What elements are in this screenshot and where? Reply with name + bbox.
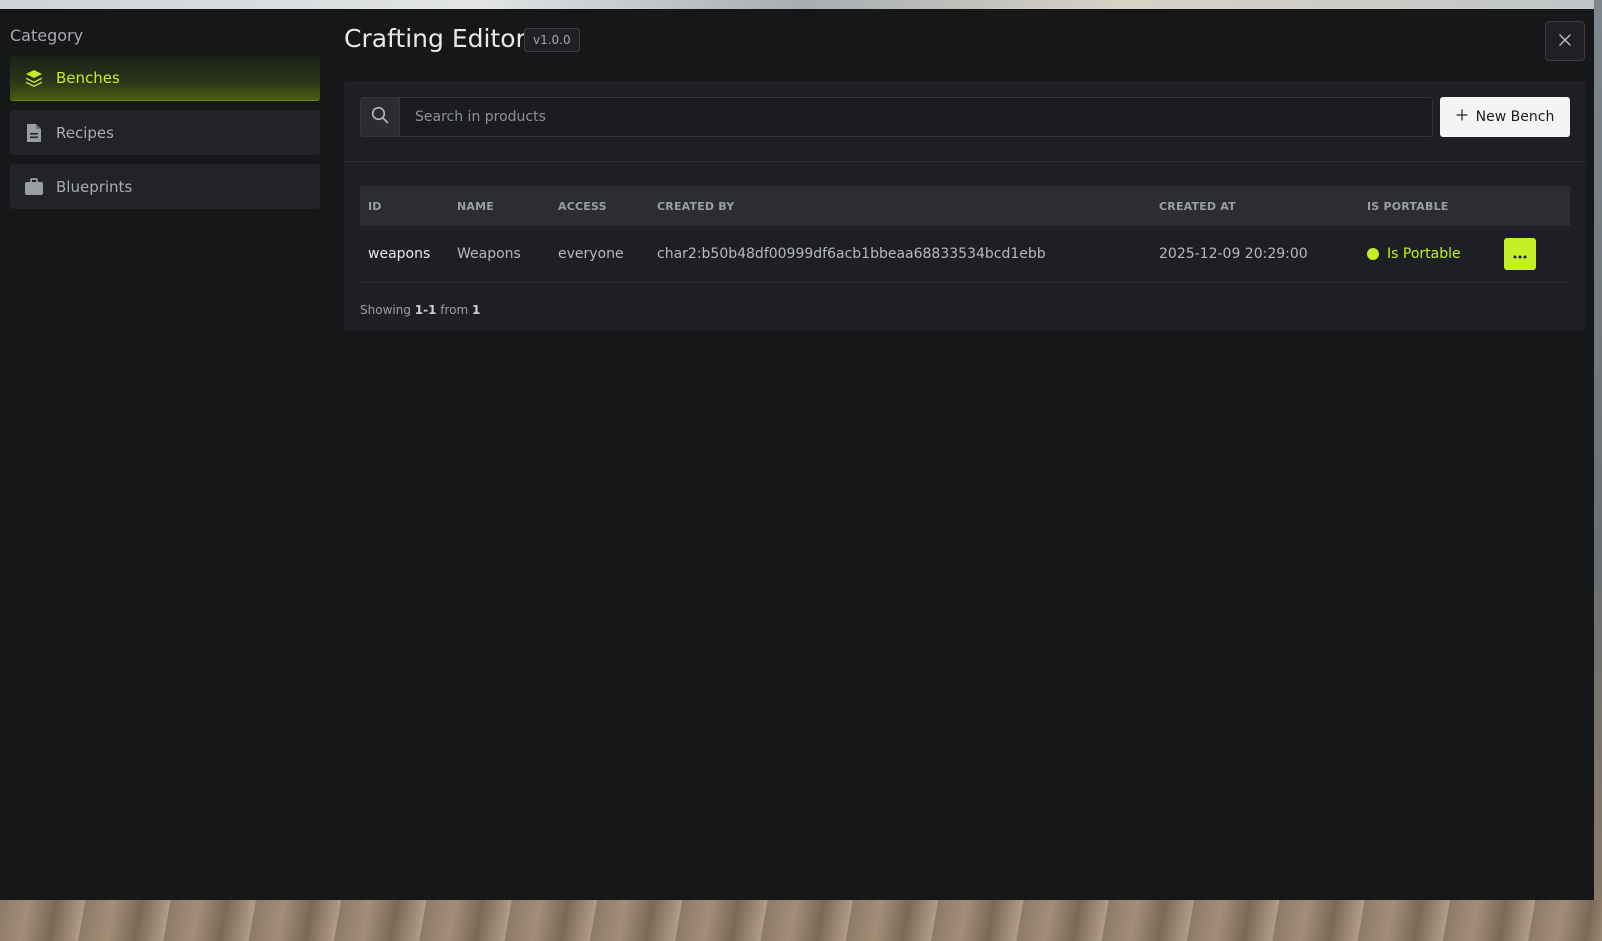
pagination-range: 1-1 — [414, 303, 437, 317]
more-horizontal-icon — [1513, 247, 1527, 262]
cell-name: Weapons — [457, 246, 521, 262]
pagination-summary: Showing 1-1 from 1 — [360, 303, 480, 317]
benches-table: ID NAME ACCESS CREATED BY CREATED AT IS … — [360, 186, 1570, 283]
cell-created-at: 2025-12-09 20:29:00 — [1159, 246, 1308, 262]
status-dot-icon — [1367, 248, 1379, 260]
background-scene-bottom — [0, 900, 1602, 941]
new-bench-button[interactable]: New Bench — [1440, 97, 1570, 137]
column-header-access[interactable]: ACCESS — [558, 200, 657, 213]
background-scene-right — [1594, 0, 1602, 941]
briefcase-icon — [23, 176, 44, 197]
cell-id: weapons — [368, 246, 431, 262]
column-header-id[interactable]: ID — [360, 200, 457, 213]
pagination-middle: from — [440, 303, 469, 317]
search-bar — [360, 97, 1433, 137]
category-sidebar: Category Benches Recipes Blueprints — [10, 23, 320, 209]
new-bench-label: New Bench — [1475, 109, 1555, 125]
pagination-prefix: Showing — [360, 303, 411, 317]
sidebar-item-recipes[interactable]: Recipes — [10, 110, 320, 155]
sidebar-item-blueprints[interactable]: Blueprints — [10, 164, 320, 209]
cell-access: everyone — [558, 246, 624, 262]
cell-actions — [1504, 238, 1570, 270]
cell-created-by: char2:b50b48df00999df6acb1bbeaa68833534b… — [657, 246, 1046, 262]
search-input[interactable] — [400, 98, 1432, 136]
search-icon — [371, 106, 389, 128]
sidebar-item-label: Benches — [56, 69, 120, 87]
sidebar-item-benches[interactable]: Benches — [10, 56, 320, 101]
table-header: ID NAME ACCESS CREATED BY CREATED AT IS … — [360, 186, 1570, 226]
layers-icon — [23, 68, 44, 89]
sidebar-heading: Category — [10, 26, 84, 45]
page-title: Crafting Editor — [344, 24, 526, 53]
plus-icon — [1456, 109, 1468, 125]
table-row[interactable]: weapons Weapons everyone char2:b50b48df0… — [360, 226, 1570, 283]
row-actions-button[interactable] — [1504, 238, 1536, 270]
cell-is-portable: Is Portable — [1367, 246, 1504, 262]
close-icon — [1558, 32, 1572, 51]
column-header-created-at[interactable]: CREATED AT — [1159, 200, 1367, 213]
column-header-name[interactable]: NAME — [457, 200, 558, 213]
column-header-is-portable[interactable]: IS PORTABLE — [1367, 200, 1504, 213]
sidebar-item-label: Recipes — [56, 123, 114, 142]
sidebar-item-label: Blueprints — [56, 177, 133, 196]
portable-status-text: Is Portable — [1387, 246, 1461, 262]
pagination-total: 1 — [472, 303, 481, 317]
search-icon-box[interactable] — [361, 98, 400, 136]
close-button[interactable] — [1545, 21, 1585, 61]
benches-panel: New Bench ID NAME ACCESS CREATED BY CREA… — [344, 81, 1586, 331]
document-icon — [23, 122, 44, 143]
column-header-created-by[interactable]: CREATED BY — [657, 200, 1159, 213]
version-badge: v1.0.0 — [524, 28, 580, 52]
crafting-editor-window: Category Benches Recipes Blueprints Craf… — [0, 9, 1594, 900]
divider — [344, 161, 1586, 162]
